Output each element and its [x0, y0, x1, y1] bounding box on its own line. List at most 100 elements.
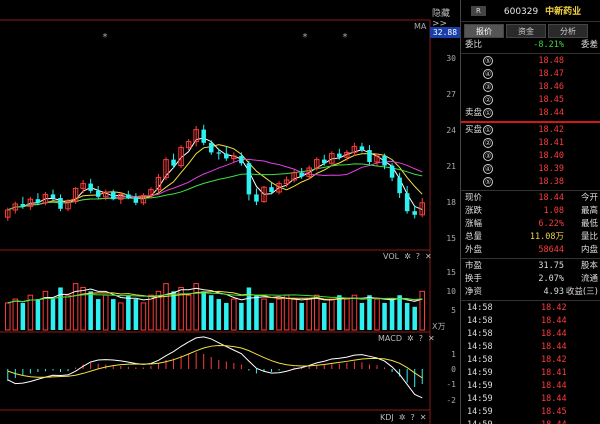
- candle-body: [359, 146, 365, 150]
- stat-row: 外盘 58644 内盘: [461, 244, 600, 257]
- price-axis-tick: 30: [446, 54, 456, 63]
- book-price: 18.47: [538, 69, 564, 79]
- volume-bar: [216, 299, 222, 330]
- volume-bar: [291, 298, 297, 331]
- stat-value: 6.22%: [538, 219, 564, 229]
- stock-terminal: * * * 隐藏>> MA 32.88 30 27 24 21 18 15 VOL …: [0, 0, 600, 424]
- tick-price: 18.44: [541, 342, 567, 352]
- candle-body: [20, 204, 26, 207]
- tick-row: 14:59 18.44: [461, 380, 600, 393]
- level-number-icon: ①: [483, 108, 493, 118]
- stat-label-2: 流通: [580, 274, 598, 284]
- candle-body: [224, 153, 229, 159]
- tab-quote[interactable]: 报价: [464, 24, 504, 38]
- stats-block: 现价 18.44 今开 涨跌 1.08 最高 涨幅 6.22% 最低 总量 11.08…: [461, 192, 600, 257]
- candle-body: [201, 129, 206, 143]
- volume-bar: [239, 302, 244, 330]
- stat-label: 外盘: [465, 245, 483, 255]
- stat-row: 换手 2.07% 流通: [461, 273, 600, 286]
- book-row[interactable]: ③ 18.46: [461, 81, 600, 94]
- event-star-icon: *: [343, 32, 348, 43]
- stat-label-2: 最高: [580, 206, 598, 216]
- tick-row: 14:59 18.41: [461, 367, 600, 380]
- stat-label: 净资: [465, 287, 483, 297]
- book-row[interactable]: ⑤ 18.48: [461, 55, 600, 68]
- close-icon[interactable]: ✕: [420, 413, 427, 422]
- ask-book: ⑤ 18.48 ④ 18.47 ③ 18.46 ② 18.45 卖盘 ① 18.4…: [461, 55, 600, 120]
- book-price: 18.39: [538, 164, 564, 174]
- stat-label: 涨跌: [465, 206, 483, 216]
- stat-label-2: 量比: [580, 232, 598, 242]
- stock-title: 600329 中新药业: [504, 4, 581, 17]
- tick-price: 18.42: [541, 303, 567, 313]
- tab-analysis[interactable]: 分析: [548, 24, 588, 38]
- volume-bar: [65, 294, 71, 331]
- order-ratio-row: 委比 -8.21% 委差: [461, 39, 600, 52]
- close-icon[interactable]: ✕: [425, 252, 432, 261]
- level-number-icon: ②: [483, 138, 493, 148]
- stat-label-2: 今开: [580, 193, 598, 203]
- ma-label: MA: [414, 22, 427, 31]
- book-row[interactable]: ④ 18.39: [461, 163, 600, 176]
- level-number-icon: ③: [483, 82, 493, 92]
- book-row[interactable]: ② 18.45: [461, 94, 600, 107]
- close-icon[interactable]: ✕: [428, 334, 435, 343]
- volume-bar: [208, 295, 214, 330]
- hide-panel-button[interactable]: 隐藏>>: [432, 6, 460, 29]
- tick-time: 14:58: [467, 329, 493, 339]
- volume-bar: [72, 283, 79, 331]
- stat-row: 市盈 31.75 股本: [461, 260, 600, 273]
- help-icon[interactable]: ?: [416, 252, 420, 261]
- help-icon[interactable]: ?: [419, 334, 423, 343]
- candle-body: [50, 194, 56, 198]
- level-number-icon: ③: [483, 151, 493, 161]
- diff-label: 委差: [580, 40, 598, 50]
- volume-bar: [12, 298, 19, 331]
- event-star-icon: *: [303, 32, 308, 43]
- tick-time: 14:59: [467, 368, 493, 378]
- candle-body: [133, 198, 139, 203]
- book-price: 18.38: [538, 177, 564, 187]
- book-side-label: 买盘: [465, 125, 483, 135]
- candle-body: [412, 211, 417, 215]
- volume-bar: [50, 299, 56, 330]
- tick-row: 14:59 18.44: [461, 393, 600, 406]
- book-row[interactable]: ④ 18.47: [461, 68, 600, 81]
- volume-bar: [20, 302, 26, 330]
- book-row[interactable]: ⑤ 18.38: [461, 176, 600, 189]
- tick-time: 14:58: [467, 355, 493, 365]
- volume-bar: [261, 298, 267, 331]
- r-badge[interactable]: R: [471, 5, 486, 16]
- gear-icon[interactable]: ✲: [399, 413, 406, 422]
- kline-chart[interactable]: * * * 隐藏>> MA 32.88 30 27 24 21 18 15 VOL …: [0, 0, 460, 424]
- book-row[interactable]: 买盘 ① 18.42: [461, 124, 600, 137]
- help-icon[interactable]: ?: [410, 413, 414, 422]
- tab-funds[interactable]: 资金: [506, 24, 546, 38]
- gear-icon[interactable]: ✲: [404, 252, 411, 261]
- tick-price: 18.44: [541, 394, 567, 404]
- vol-header: VOL ✲ ? ✕: [383, 251, 432, 262]
- price-axis-tick: 27: [446, 90, 456, 99]
- volume-bar: [374, 298, 380, 331]
- volume-bar: [163, 283, 169, 331]
- gear-icon[interactable]: ✲: [407, 334, 414, 343]
- volume-bar: [95, 299, 101, 330]
- chart-canvas[interactable]: * * *: [0, 0, 460, 424]
- volume-bar: [419, 290, 425, 331]
- macd-header: MACD ✲ ? ✕: [378, 333, 435, 344]
- book-row[interactable]: ② 18.41: [461, 137, 600, 150]
- candle-body: [269, 187, 274, 192]
- volume-bar: [412, 306, 417, 330]
- candle-body: [367, 150, 372, 162]
- divider: [461, 300, 600, 301]
- quote-tabs: 报价 资金 分析: [464, 24, 600, 39]
- volume-bar: [133, 299, 139, 330]
- stat-value: 1.08: [543, 206, 564, 216]
- candle-body: [171, 159, 176, 166]
- book-row[interactable]: 卖盘 ① 18.44: [461, 107, 600, 120]
- book-row[interactable]: ③ 18.40: [461, 150, 600, 163]
- ratio-value: -8.21%: [533, 40, 564, 50]
- tick-list[interactable]: 14:58 18.42 14:58 18.44 14:58 18.44 14:58 1…: [461, 302, 600, 424]
- volume-bar: [35, 299, 41, 330]
- tick-time: 14:59: [467, 381, 493, 391]
